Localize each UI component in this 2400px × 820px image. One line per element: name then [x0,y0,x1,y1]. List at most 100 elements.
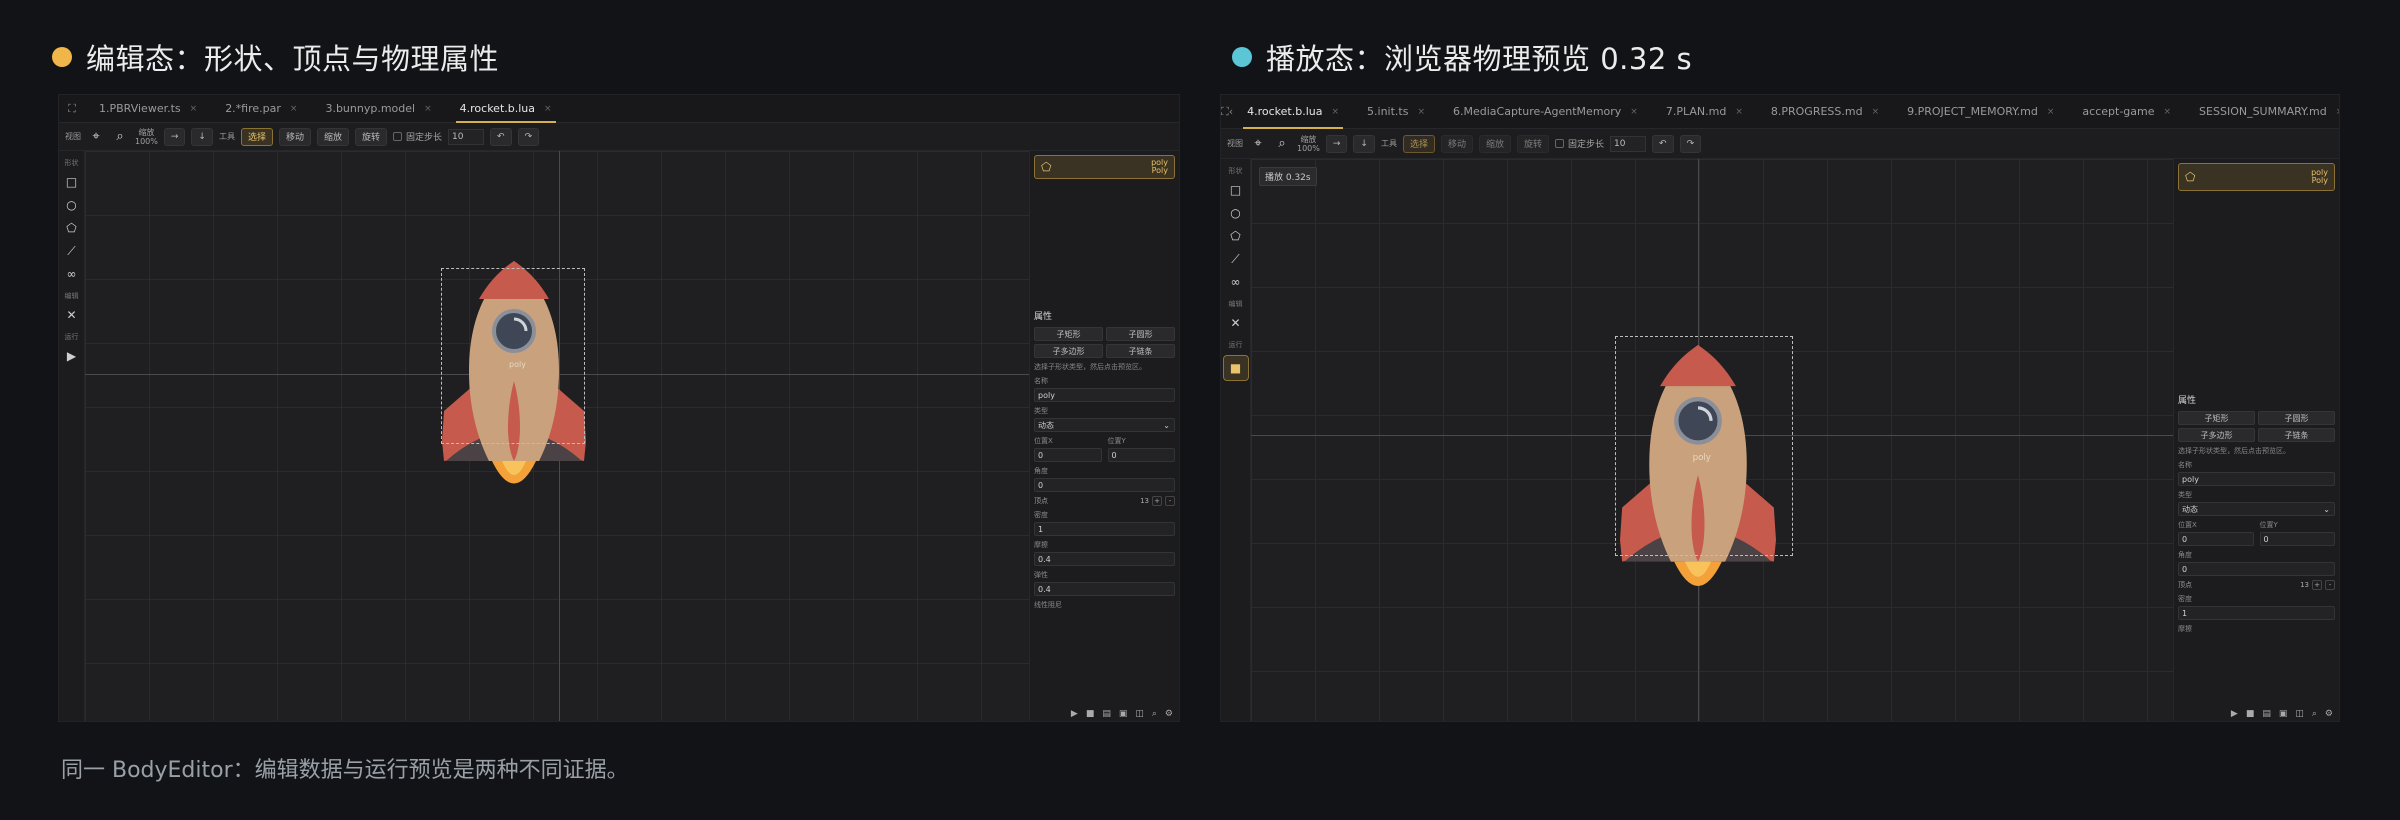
tab-plan[interactable]: 7.PLAN.md × [1652,95,1757,129]
shape-list-item[interactable]: ⬠ poly Poly [1034,155,1175,179]
select-tool-button[interactable]: 选择 [240,127,273,146]
tab-mediacapture[interactable]: 6.MediaCapture-AgentMemory × [1439,95,1652,129]
tab-rocket[interactable]: 4.rocket.b.lua × [1233,95,1353,129]
close-icon[interactable]: × [1735,107,1743,117]
tab-fire[interactable]: 2.*fire.par × [211,95,311,123]
pos-y-input[interactable]: 0 [1107,448,1175,462]
name-input[interactable]: poly [2178,472,2335,486]
polyline-icon[interactable]: ⟋ [63,242,81,260]
image-icon[interactable]: ◫ [1135,709,1144,719]
image-icon[interactable]: ◫ [2295,709,2304,719]
arrow-down-icon[interactable]: ↓ [191,127,213,146]
polygon-icon[interactable]: ⬠ [1227,227,1245,245]
close-icon[interactable]: × [290,104,298,114]
close-icon[interactable]: × [424,104,432,114]
remove-vertex-button[interactable]: - [1165,496,1175,506]
gear-icon[interactable]: ⚙ [2325,709,2333,719]
fixed-step-checkbox[interactable]: 固定步长 [393,130,442,143]
restitution-input[interactable]: 0.4 [1034,582,1175,596]
move-tool-button[interactable]: 移动 [278,127,311,146]
redo-icon[interactable]: ↷ [517,127,540,146]
tab-project-memory[interactable]: 9.PROJECT_MEMORY.md × [1893,95,2068,129]
tab-session-summary[interactable]: SESSION_SUMMARY.md× [2185,95,2339,129]
select-tool-button[interactable]: 选择 [1402,134,1435,153]
rotate-tool-button[interactable]: 旋转 [355,127,388,146]
add-circle-button[interactable]: 子圆形 [1106,327,1175,341]
redo-icon[interactable]: ↷ [1679,134,1702,153]
step-input[interactable]: 10 [1610,135,1647,152]
crosshair-icon[interactable]: ⌖ [87,128,105,146]
arrow-down-icon[interactable]: ↓ [1353,134,1375,153]
pos-x-input[interactable]: 0 [1034,448,1102,462]
tab-accept-game[interactable]: accept-game × [2068,95,2185,129]
fixed-step-checkbox[interactable]: 固定步长 [1555,137,1604,150]
close-icon[interactable]: × [2164,107,2172,117]
crosshair-icon[interactable]: ⌖ [1249,135,1267,153]
add-rect-button[interactable]: 子矩形 [2178,411,2255,425]
angle-input[interactable]: 0 [1034,478,1175,492]
gear-icon[interactable]: ⚙ [1165,709,1173,719]
search-icon[interactable]: ⌕ [1152,709,1157,719]
close-icon[interactable]: × [1417,107,1425,117]
rotate-tool-button[interactable]: 旋转 [1517,134,1550,153]
type-select[interactable]: 动态 ⌄ [2178,502,2335,516]
magnifier-icon[interactable]: ⌕ [1273,135,1291,153]
save-icon[interactable]: ▣ [1119,709,1128,719]
magnifier-icon[interactable]: ⌕ [111,128,129,146]
circle-icon[interactable]: ○ [63,196,81,214]
delete-icon[interactable]: ✕ [1227,314,1245,332]
play-icon[interactable]: ▶ [1071,709,1078,719]
density-input[interactable]: 1 [2178,606,2335,620]
shape-list-item[interactable]: ⬠ poly Poly [2178,163,2335,191]
stop-icon[interactable]: ■ [2246,709,2255,719]
scale-tool-button[interactable]: 缩放 [1479,134,1512,153]
file-icon[interactable]: ▤ [2262,709,2271,719]
search-icon[interactable]: ⌕ [2312,709,2317,719]
name-input[interactable]: poly [1034,388,1175,402]
add-poly-button[interactable]: 子多边形 [2178,428,2255,442]
arrow-right-icon[interactable]: → [163,127,186,146]
add-vertex-button[interactable]: + [2312,580,2322,590]
rectangle-icon[interactable]: □ [1227,181,1245,199]
expand-icon[interactable]: ⛶ [59,102,85,116]
close-icon[interactable]: × [190,104,198,114]
preview-canvas[interactable]: poly [85,151,1031,721]
circle-icon[interactable]: ○ [1227,204,1245,222]
add-poly-button[interactable]: 子多边形 [1034,344,1103,358]
close-icon[interactable]: × [1872,107,1880,117]
add-rect-button[interactable]: 子矩形 [1034,327,1103,341]
add-circle-button[interactable]: 子圆形 [2258,411,2335,425]
polygon-icon[interactable]: ⬠ [63,219,81,237]
remove-vertex-button[interactable]: - [2325,580,2335,590]
undo-icon[interactable]: ↶ [490,127,512,146]
friction-input[interactable]: 0.4 [1034,552,1175,566]
pos-x-input[interactable]: 0 [2178,532,2254,546]
move-tool-button[interactable]: 移动 [1440,134,1473,153]
tab-progress[interactable]: 8.PROGRESS.md × [1757,95,1893,129]
save-icon[interactable]: ▣ [2279,709,2288,719]
density-input[interactable]: 1 [1034,522,1175,536]
close-icon[interactable]: × [544,104,552,114]
stop-icon[interactable]: ■ [1222,355,1249,381]
angle-input[interactable]: 0 [2178,562,2335,576]
add-vertex-button[interactable]: + [1152,496,1162,506]
play-icon[interactable]: ▶ [63,347,81,365]
close-icon[interactable]: × [2047,107,2055,117]
close-icon[interactable]: × [1630,107,1638,117]
undo-icon[interactable]: ↶ [1652,134,1674,153]
close-icon[interactable]: × [2336,107,2339,117]
polyline-icon[interactable]: ⟋ [1227,250,1245,268]
type-select[interactable]: 动态 ⌄ [1034,418,1175,432]
chain-icon[interactable]: ∞ [63,265,81,283]
rectangle-icon[interactable]: □ [63,173,81,191]
expand-icon[interactable]: ⛶ [1221,105,1229,119]
chain-icon[interactable]: ∞ [1227,273,1245,291]
arrow-right-icon[interactable]: → [1325,134,1348,153]
stop-icon[interactable]: ■ [1086,709,1095,719]
delete-icon[interactable]: ✕ [63,306,81,324]
tab-init[interactable]: 5.init.ts × [1353,95,1439,129]
add-chain-button[interactable]: 子链条 [1106,344,1175,358]
pos-y-input[interactable]: 0 [2259,532,2335,546]
add-chain-button[interactable]: 子链条 [2258,428,2335,442]
tab-pbrviewer[interactable]: 1.PBRViewer.ts × [85,95,211,123]
